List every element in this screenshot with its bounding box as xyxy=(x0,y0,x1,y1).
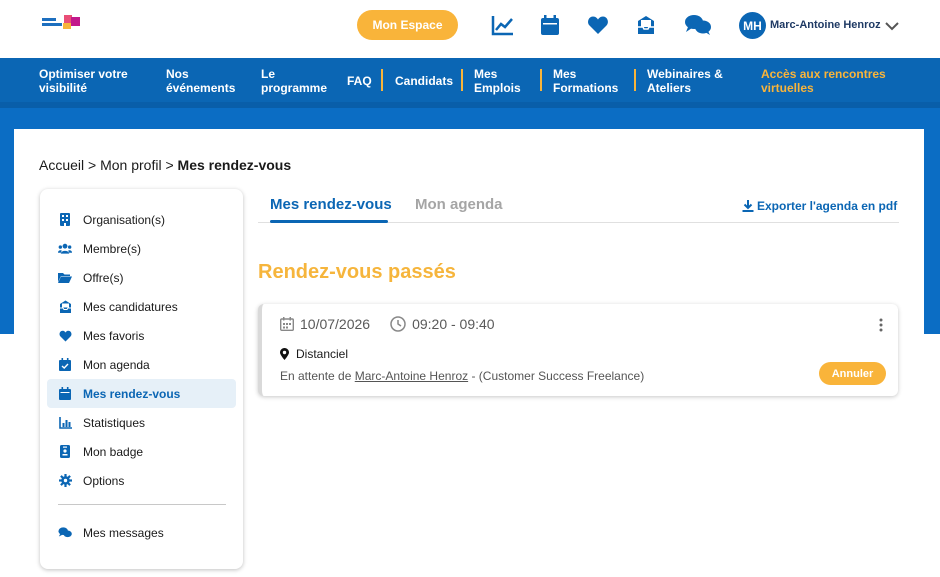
sidebar-item-label: Statistiques xyxy=(83,415,146,430)
breadcrumb-current: Mes rendez-vous xyxy=(177,157,292,173)
sidebar-item-favoris[interactable]: Mes favoris xyxy=(47,321,236,350)
breadcrumb-separator: > xyxy=(88,157,97,173)
sidebar-item-offres[interactable]: Offre(s) xyxy=(47,263,236,292)
nav-item-webinaires[interactable]: Webinaires & Ateliers xyxy=(647,67,742,95)
appointment-date: 10/07/2026 xyxy=(300,316,371,332)
status-prefix: En attente de xyxy=(280,369,352,383)
breadcrumb: Accueil > Mon profil > Mes rendez-vous xyxy=(39,157,291,173)
chat-icon[interactable] xyxy=(684,13,712,37)
status-suffix: - (Customer Success Freelance) xyxy=(471,369,645,383)
sidebar-item-options[interactable]: Options xyxy=(47,466,236,495)
sidebar-item-rendez-vous[interactable]: Mes rendez-vous xyxy=(47,379,236,408)
sidebar-item-label: Mes messages xyxy=(83,525,164,540)
sidebar-item-label: Mes rendez-vous xyxy=(83,386,181,401)
sidebar-item-candidatures[interactable]: Mes candidatures xyxy=(47,292,236,321)
mon-espace-button[interactable]: Mon Espace xyxy=(357,10,458,40)
appointment-card: 10/07/2026 09:20 - 09:40 Distanciel En a… xyxy=(258,304,898,396)
sidebar-item-membres[interactable]: Membre(s) xyxy=(47,234,236,263)
sidebar-item-label: Mes favoris xyxy=(83,328,145,343)
sidebar-item-label: Offre(s) xyxy=(83,270,124,285)
nav-separator xyxy=(461,69,463,91)
nav-item-programme[interactable]: Le programme xyxy=(261,67,331,95)
chat-icon xyxy=(58,526,72,540)
nav-separator xyxy=(381,69,383,91)
inbox-icon xyxy=(58,300,72,314)
breadcrumb-separator: > xyxy=(165,157,174,173)
more-options-icon[interactable] xyxy=(874,317,888,333)
cancel-appointment-button[interactable]: Annuler xyxy=(819,362,886,385)
download-icon xyxy=(742,200,754,212)
badge-icon xyxy=(58,445,72,459)
nav-separator xyxy=(540,69,542,91)
user-name[interactable]: Marc-Antoine Henroz xyxy=(770,19,881,31)
nav-item-faq[interactable]: FAQ xyxy=(347,74,372,88)
sidebar-item-label: Membre(s) xyxy=(83,241,142,256)
status-person-link[interactable]: Marc-Antoine Henroz xyxy=(355,369,468,383)
clock-icon xyxy=(390,316,406,332)
location-pin-icon xyxy=(280,348,289,360)
tab-mes-rendez-vous[interactable]: Mes rendez-vous xyxy=(270,196,392,213)
profile-sidebar: Organisation(s) Membre(s) Offre(s) Mes c… xyxy=(40,189,243,569)
hero-band-shadow xyxy=(0,102,940,108)
breadcrumb-profile[interactable]: Mon profil xyxy=(100,157,161,173)
nav-item-evenements[interactable]: Nos événements xyxy=(166,67,246,95)
sidebar-item-organisations[interactable]: Organisation(s) xyxy=(47,205,236,234)
appointment-status: En attente de Marc-Antoine Henroz - (Cus… xyxy=(280,369,644,383)
heart-icon xyxy=(58,329,72,343)
avatar[interactable]: MH xyxy=(739,12,766,39)
calendar-icon xyxy=(280,317,294,331)
calendar-check-icon xyxy=(58,358,72,372)
sidebar-item-badge[interactable]: Mon badge xyxy=(47,437,236,466)
folder-icon xyxy=(58,271,72,285)
sidebar-item-label: Organisation(s) xyxy=(83,212,166,227)
sidebar-item-label: Mon agenda xyxy=(83,357,150,372)
building-icon xyxy=(58,213,72,227)
top-header: Mon Espace MH Marc-Antoine Henroz xyxy=(0,0,940,58)
appointment-time: 09:20 - 09:40 xyxy=(412,316,495,332)
nav-item-visibilite[interactable]: Optimiser votre visibilité xyxy=(39,67,149,95)
tab-mon-agenda[interactable]: Mon agenda xyxy=(415,196,503,213)
sidebar-item-label: Mon badge xyxy=(83,444,144,459)
users-icon xyxy=(58,242,72,256)
site-logo[interactable] xyxy=(42,15,82,31)
nav-separator xyxy=(634,69,636,91)
sidebar-item-label: Mes candidatures xyxy=(83,299,178,314)
stats-icon[interactable] xyxy=(491,13,515,37)
sidebar-item-agenda[interactable]: Mon agenda xyxy=(47,350,236,379)
gear-icon xyxy=(58,474,72,488)
chevron-down-icon[interactable] xyxy=(884,18,900,34)
chart-icon xyxy=(58,416,72,430)
sidebar-item-label: Options xyxy=(83,473,125,488)
nav-item-emplois[interactable]: Mes Emplois xyxy=(474,67,529,95)
appointment-location: Distanciel xyxy=(296,347,349,361)
sidebar-item-statistiques[interactable]: Statistiques xyxy=(47,408,236,437)
sidebar-divider xyxy=(58,504,226,505)
export-pdf-link[interactable]: Exporter l'agenda en pdf xyxy=(742,199,897,213)
calendar-icon xyxy=(58,387,72,401)
inbox-icon[interactable] xyxy=(634,13,658,37)
heart-icon[interactable] xyxy=(586,13,610,37)
nav-item-rencontres-virtuelles[interactable]: Accès aux rencontres virtuelles xyxy=(761,67,891,95)
export-pdf-label: Exporter l'agenda en pdf xyxy=(757,199,898,213)
nav-item-formations[interactable]: Mes Formations xyxy=(553,67,623,95)
main-nav: Optimiser votre visibilité Nos événement… xyxy=(0,58,940,102)
calendar-icon[interactable] xyxy=(538,13,562,37)
breadcrumb-home[interactable]: Accueil xyxy=(39,157,84,173)
nav-item-candidats[interactable]: Candidats xyxy=(395,74,453,88)
sidebar-item-messages[interactable]: Mes messages xyxy=(47,518,236,547)
section-title: Rendez-vous passés xyxy=(258,261,456,283)
active-tab-indicator xyxy=(270,220,388,223)
